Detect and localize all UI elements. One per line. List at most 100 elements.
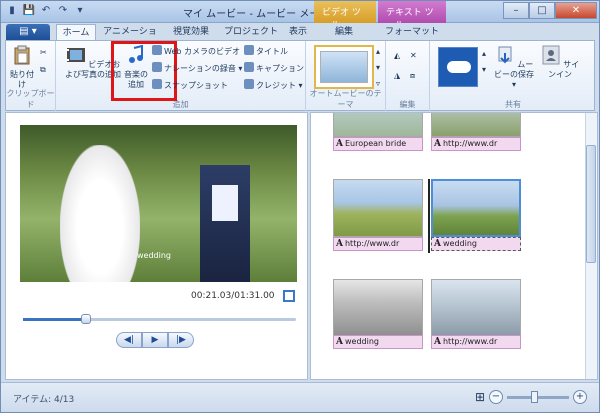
caption-track-item[interactable]: Awedding [333,335,423,349]
select-all-icon[interactable]: ⧈ [410,69,415,82]
qat-dropdown-icon[interactable]: ▾ [73,4,87,18]
remove-icon[interactable]: ✕ [410,49,417,62]
storyboard-clip[interactable] [333,279,423,337]
caption-label: キャプション [256,64,304,73]
fullscreen-icon[interactable] [283,290,295,302]
text-tools-context: テキスト ツール [378,1,446,31]
theme-scroll-up-icon[interactable]: ▴ [376,45,380,58]
save-icon[interactable]: 💾 [22,4,36,18]
music-note-icon [129,44,143,63]
skydrive-button[interactable] [438,47,478,87]
paste-label: 貼り付け [10,70,34,89]
record-narration-button[interactable]: ナレーションの録音 ▾ [152,62,242,75]
app-window: ▮ 💾 ↶ ↷ ▾ マイ ムービー - ムービー メーカー ビデオ ツール テキ… [0,0,600,413]
tab-animations[interactable]: アニメーション [99,24,161,53]
storyboard-clip[interactable] [431,113,521,137]
zoom-slider-handle[interactable] [530,390,538,403]
playback-controls: ◀| ▶ |▶ [116,332,194,348]
rotate-left-icon[interactable]: ◭ [394,49,400,62]
title-button[interactable]: タイトル [244,45,288,58]
seek-bar[interactable] [23,314,296,324]
automovie-theme-thumbnail[interactable] [314,45,374,89]
add-music-label: 音楽の追加 [124,70,148,89]
scrollbar-thumb[interactable] [586,145,596,263]
storyboard-scrollbar[interactable] [585,113,597,379]
caption-track-item-selected[interactable]: Awedding [431,237,521,251]
storyboard-clip[interactable] [333,179,423,237]
storyboard-clip-selected[interactable] [431,179,521,237]
caption-track-item[interactable]: Ahttp://www.dr [333,237,423,251]
ribbon: 貼り付け ✂ ⧉ クリップボード ビデオおよび写真の追加 音楽の追加 Web カ… [5,40,595,111]
previous-frame-button[interactable]: ◀| [116,332,142,348]
snapshot-label: スナップショット [164,81,228,90]
playhead-line [428,179,430,253]
ribbon-tabs: ▤ ▾ ホーム アニメーション 視覚効果 プロジェクト 表示 編集 フォーマット [1,23,599,62]
tab-visual-effects[interactable]: 視覚効果 [166,24,216,40]
save-movie-button[interactable]: ムービーの保存 ▾ [494,45,534,90]
add-group: ビデオおよび写真の追加 音楽の追加 Web カメラのビデオ ナレーションの録音 … [56,41,306,111]
paste-button[interactable]: 貼り付け [10,45,34,90]
theme-scroll-down-icon[interactable]: ▾ [376,61,380,74]
close-button[interactable]: ✕ [555,2,597,19]
zoom-in-button[interactable]: + [573,390,587,404]
caption-item-label: wedding [344,337,379,346]
theme-preview-image [320,51,368,83]
tab-project[interactable]: プロジェクト [221,24,281,40]
caption-track-item[interactable]: Ahttp://www.dr [431,335,521,349]
storyboard-clip[interactable] [431,279,521,337]
text-item-icon: A [434,239,441,249]
snapshot-icon [152,79,162,89]
text-item-icon: A [336,139,343,149]
next-frame-button[interactable]: |▶ [168,332,194,348]
add-group-label: 追加 [172,100,189,109]
zoom-out-button[interactable]: − [489,390,503,404]
share-scroll-up-icon[interactable]: ▴ [482,47,486,60]
preview-bride-shape [60,145,140,282]
text-item-icon: A [336,239,343,249]
undo-icon[interactable]: ↶ [39,4,53,18]
minimize-button[interactable]: – [503,2,529,19]
tab-format[interactable]: フォーマット [383,24,441,40]
seek-bar-handle[interactable] [80,314,91,324]
app-icon[interactable]: ▮ [5,4,19,18]
file-menu-button[interactable]: ▤ ▾ [6,24,50,40]
editing-group-label: 編集 [399,100,416,109]
text-item-icon: A [336,337,343,347]
sign-in-button[interactable]: サインイン [540,45,580,80]
cut-icon[interactable]: ✂ [40,46,47,59]
record-narration-label: ナレーションの録音 [164,64,236,73]
maximize-button[interactable]: □ [529,2,555,19]
rotate-right-icon[interactable]: ◮ [394,69,400,82]
snapshot-button[interactable]: スナップショット [152,79,228,92]
webcam-video-button[interactable]: Web カメラのビデオ [152,45,240,58]
user-icon [542,45,560,65]
play-button[interactable]: ▶ [142,332,168,348]
clipboard-group-label: クリップボード [6,89,55,109]
add-music-button[interactable]: 音楽の追加 [123,44,149,90]
quick-access-toolbar: ▮ 💾 ↶ ↷ ▾ [5,4,87,18]
seek-bar-progress [23,318,86,321]
tab-edit[interactable]: 編集 [324,24,364,40]
caption-button[interactable]: キャプション [244,62,304,75]
credits-button[interactable]: クレジット ▾ [244,79,303,92]
storyboard-clip[interactable] [333,113,423,137]
share-group-label: 共有 [505,100,521,109]
storyboard-pane: A European bride Ahttp://www.dr Ahttp://w… [310,112,598,380]
video-preview[interactable]: wedding [20,125,297,282]
video-tools-context: ビデオ ツール [314,1,376,31]
copy-icon[interactable]: ⧉ [40,63,46,76]
zoom-slider[interactable] [507,390,569,403]
caption-track-item[interactable]: A European bride [333,137,423,151]
film-photo-icon [66,48,85,62]
redo-icon[interactable]: ↷ [56,4,70,18]
caption-track-item[interactable]: Ahttp://www.dr [431,137,521,151]
webcam-video-label: Web カメラのビデオ [164,47,240,56]
credits-icon [244,79,254,89]
text-item-icon: A [434,337,441,347]
tab-home[interactable]: ホーム [56,24,96,40]
share-scroll-down-icon[interactable]: ▾ [482,63,486,76]
thumbnail-size-icon[interactable]: ⊞ [475,390,485,404]
title-icon [244,45,254,55]
automovie-group: ▴ ▾ ▿ オートムービーのテーマ [306,41,386,111]
tab-view[interactable]: 表示 [284,24,312,40]
